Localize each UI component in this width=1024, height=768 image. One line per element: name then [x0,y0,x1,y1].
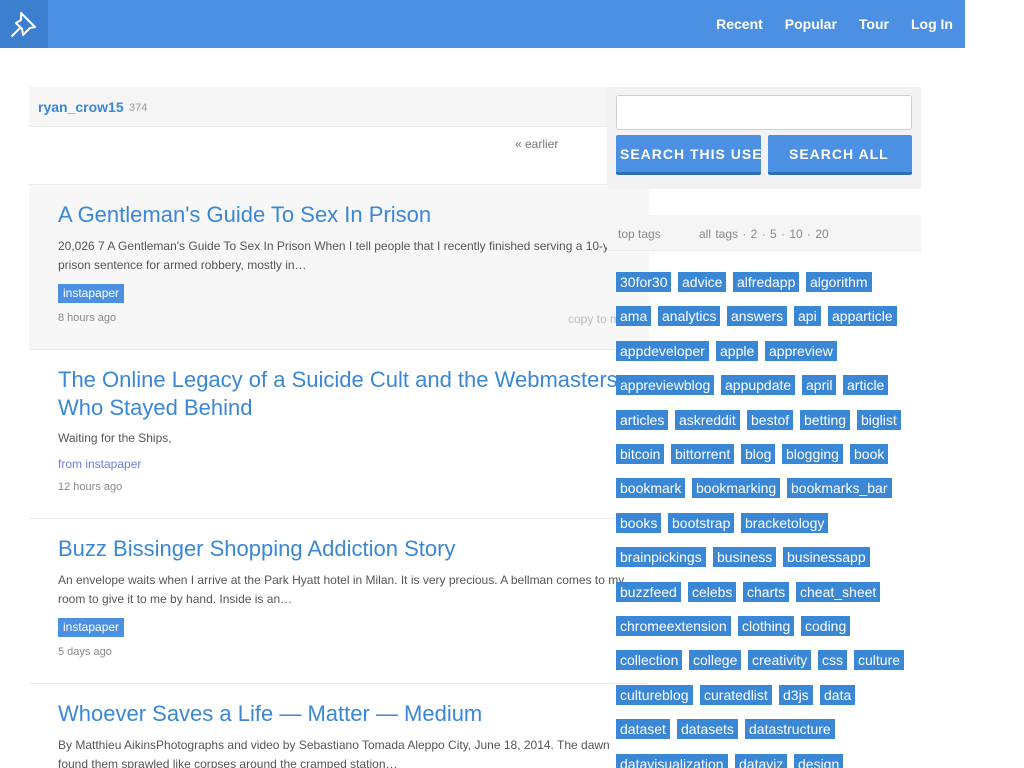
bookmark-tag[interactable]: instapaper [58,618,125,637]
tag-link[interactable]: algorithm [806,272,872,292]
tag-link[interactable]: clothing [738,616,795,636]
pin-icon [11,12,36,37]
tag-link[interactable]: dataset [616,719,670,740]
tag-link[interactable]: bookmark [616,478,686,499]
tag-link[interactable]: cheat_sheet [796,581,881,602]
top-tags-label[interactable]: top tags [618,227,661,241]
tag-link[interactable]: bootstrap [668,512,735,533]
bookmark-description: 20,026 7 A Gentleman's Guide To Sex In P… [58,239,627,272]
tag-link[interactable]: appreview [765,340,837,361]
bookmark-title[interactable]: Buzz Bissinger Shopping Addiction Story [58,535,648,563]
tag-link[interactable]: celebs [688,581,737,602]
tag-link[interactable]: api [794,306,821,327]
tag-link[interactable]: answers [727,306,788,327]
tag-link[interactable]: chromeextension [616,616,731,636]
bookmark-count: 374 [129,102,148,114]
tag-link[interactable]: bestof [747,409,794,430]
nav-login[interactable]: Log In [911,16,953,32]
tag-link[interactable]: bracketology [741,512,829,533]
bookmark-description: By Matthieu AikinsPhotographs and video … [58,738,610,768]
earlier-link[interactable]: « earlier [515,137,558,151]
tag-link[interactable]: article [843,375,889,396]
tag-link[interactable]: dataviz [735,753,788,768]
nav-popular[interactable]: Popular [785,16,837,32]
tag-link[interactable]: culture [854,650,905,671]
tag-link[interactable]: brainpickings [616,547,706,568]
tag-link[interactable]: business [713,547,777,568]
tag-link[interactable]: book [850,444,889,464]
tag-link[interactable]: design [794,753,844,768]
bookmark-item: Buzz Bissinger Shopping Addiction Story … [29,518,649,683]
tag-link[interactable]: askreddit [675,409,740,430]
username-link[interactable]: ryan_crow15 [38,99,124,115]
tag-link[interactable]: biglist [857,409,901,430]
nav-tour[interactable]: Tour [859,16,889,32]
tag-link[interactable]: appupdate [721,375,796,396]
tag-link[interactable]: analytics [658,306,721,327]
tag-link[interactable]: 30for30 [616,272,672,292]
bookmark-description: Waiting for the Ships, [58,431,172,445]
tag-link[interactable]: d3js [779,684,813,705]
tag-link[interactable]: college [689,650,742,671]
tag-link[interactable]: buzzfeed [616,581,681,602]
tag-link[interactable]: creativity [748,650,812,671]
tag-link[interactable]: data [820,684,856,705]
tag-link[interactable]: css [818,650,847,671]
tag-link[interactable]: bitcoin [616,444,665,464]
tag-link[interactable]: charts [743,581,790,602]
main-nav: Recent Popular Tour Log In [694,0,953,48]
bookmark-tag[interactable]: instapaper [58,284,125,303]
tag-link[interactable]: businessapp [783,547,870,568]
tag-link[interactable]: articles [616,409,669,430]
bookmark-title[interactable]: Whoever Saves a Life — Matter — Medium [58,700,648,728]
tags-header: top tags all tags · 2 · 5 · 10 · 20 [607,215,921,251]
search-this-user-button[interactable]: SEARCH THIS USER [616,135,761,175]
tag-link[interactable]: collection [616,650,683,671]
tag-link[interactable]: bookmarking [692,478,781,499]
bookmark-description: An envelope waits when I arrive at the P… [58,573,625,606]
search-all-button[interactable]: SEARCH ALL [768,135,912,175]
tag-link[interactable]: advice [678,272,727,292]
tag-link[interactable]: apparticle [828,306,897,327]
tag-link[interactable]: blogging [782,444,843,464]
tag-link[interactable]: datastructure [745,719,835,740]
tag-link[interactable]: appdeveloper [616,340,709,361]
tag-link[interactable]: bookmarks_bar [787,478,892,499]
bookmark-title[interactable]: A Gentleman's Guide To Sex In Prison [58,201,648,229]
tag-link[interactable]: datavisualization [616,753,728,768]
all-tags-options[interactable]: all tags · 2 · 5 · 10 · 20 [699,227,829,241]
bookmark-timestamp[interactable]: 12 hours ago [58,481,122,493]
search-panel: SEARCH THIS USER SEARCH ALL [607,87,921,189]
search-input[interactable] [616,95,912,130]
tag-link[interactable]: alfredapp [733,272,800,292]
tag-link[interactable]: books [616,512,662,533]
nav-recent[interactable]: Recent [716,16,763,32]
tag-link[interactable]: curatedlist [700,684,772,705]
tag-link[interactable]: betting [800,409,851,430]
top-nav-bar: Recent Popular Tour Log In [0,0,965,48]
bookmark-item: The Online Legacy of a Suicide Cult and … [29,349,649,518]
tag-link[interactable]: ama [616,306,652,327]
tag-link[interactable]: datasets [677,719,738,740]
tag-link[interactable]: coding [801,616,851,636]
bookmark-item: A Gentleman's Guide To Sex In Prison 20,… [29,184,649,349]
tag-link[interactable]: apple [716,340,759,361]
bookmark-timestamp[interactable]: 5 days ago [58,646,112,658]
bookmark-title[interactable]: The Online Legacy of a Suicide Cult and … [58,366,648,422]
tag-link[interactable]: bittorrent [671,444,735,464]
user-header: ryan_crow15 374 [29,87,622,127]
tag-link[interactable]: appreviewblog [616,375,715,396]
tag-link[interactable]: cultureblog [616,684,693,705]
tag-link[interactable]: blog [741,444,776,464]
tag-link[interactable]: april [802,375,837,396]
pinboard-logo[interactable] [0,0,48,48]
bookmark-source-link[interactable]: from instapaper [58,457,141,471]
bookmark-item: Whoever Saves a Life — Matter — Medium B… [29,683,649,768]
bookmark-timestamp[interactable]: 8 hours ago [58,312,116,324]
